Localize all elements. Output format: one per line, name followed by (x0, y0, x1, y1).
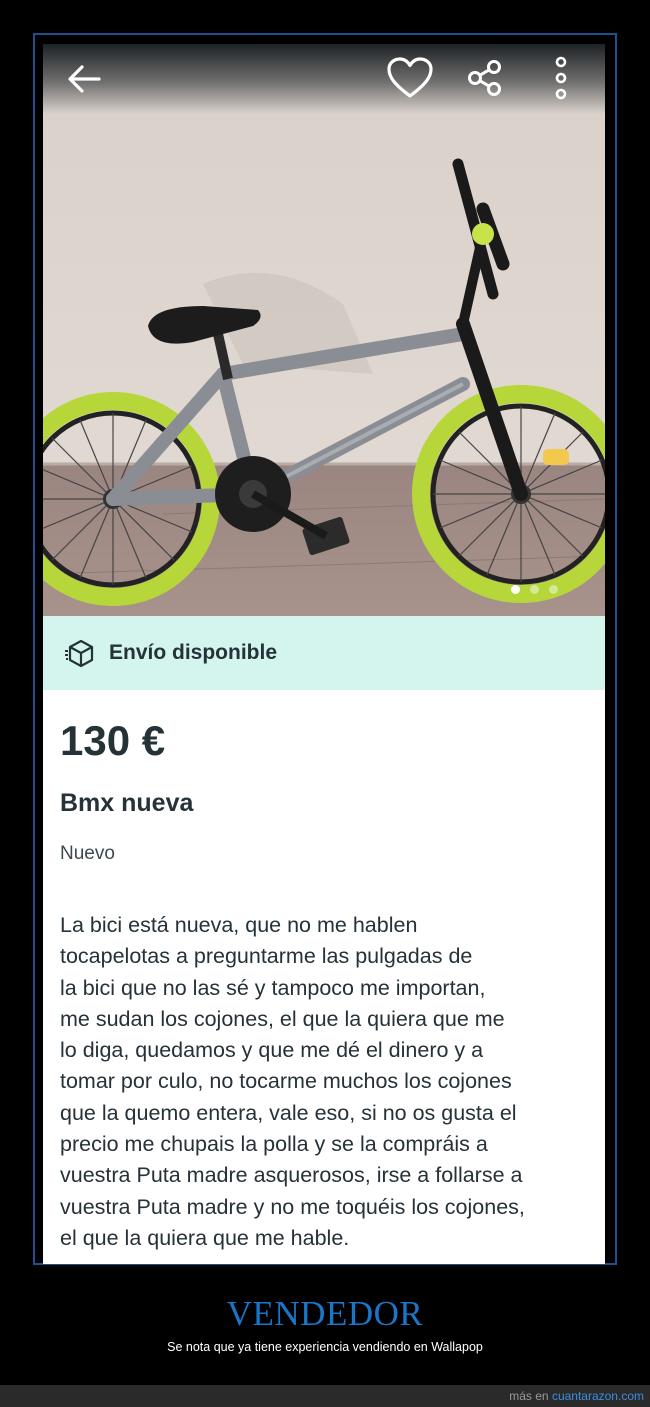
caption-title: VENDEDOR (226, 1294, 424, 1333)
arrow-left-icon (68, 65, 101, 93)
product-condition: Nuevo (60, 843, 115, 864)
gallery-dot[interactable] (511, 585, 520, 594)
description-line: la bici que no las sé y tampoco me impor… (60, 975, 486, 1000)
package-icon (65, 639, 94, 668)
shipping-banner: Envío disponible (43, 616, 605, 690)
more-vertical-icon (555, 56, 567, 100)
favorite-button[interactable] (384, 52, 436, 104)
shipping-label: Envío disponible (109, 641, 278, 664)
description-line: vuestra Puta madre asquerosos, irse a fo… (60, 1163, 523, 1188)
price: 130 € (60, 717, 166, 764)
back-button[interactable] (61, 56, 107, 102)
gallery-pagination (511, 585, 558, 594)
description-line: La bici está nueva, que no me hablen (60, 913, 418, 937)
more-options-button[interactable] (543, 52, 579, 104)
image-toolbar (43, 44, 605, 114)
description-line: el que la quiera que me hable. (60, 1225, 350, 1250)
product-title: Bmx nueva (60, 789, 194, 817)
description-line: lo diga, quedamos y que me dé el dinero … (60, 1038, 484, 1063)
description-line: tomar por culo, no tocarme muchos los co… (60, 1069, 512, 1094)
site-footer: más en cuantarazon.com (0, 1385, 650, 1407)
site-link[interactable]: cuantarazon.com (552, 1389, 644, 1403)
product-photo[interactable] (43, 44, 605, 616)
gallery-dot[interactable] (549, 585, 558, 594)
heart-icon (387, 57, 433, 98)
listing-screen: Envío disponible 130 € Bmx nueva Nuevo L… (43, 44, 605, 1264)
gallery-dot[interactable] (530, 585, 539, 594)
description-line: me sudan los cojones, el que la quiera q… (60, 1006, 505, 1031)
description-line: que la quemo entera, vale eso, si no os … (60, 1100, 517, 1125)
description-line: vuestra Puta madre y no me toquéis los c… (60, 1194, 525, 1219)
share-button[interactable] (461, 54, 509, 102)
caption-subtitle: Se nota que ya tiene experiencia vendien… (167, 1340, 483, 1354)
product-description: La bici está nueva, que no me hablen toc… (60, 910, 595, 1254)
bike-image (43, 44, 605, 616)
footer-prefix: más en (509, 1389, 552, 1403)
description-line: tocapelotas a preguntarme las pulgadas d… (60, 944, 473, 969)
share-icon (468, 60, 501, 96)
description-line: precio me chupais la polla y se la compr… (60, 1132, 488, 1157)
